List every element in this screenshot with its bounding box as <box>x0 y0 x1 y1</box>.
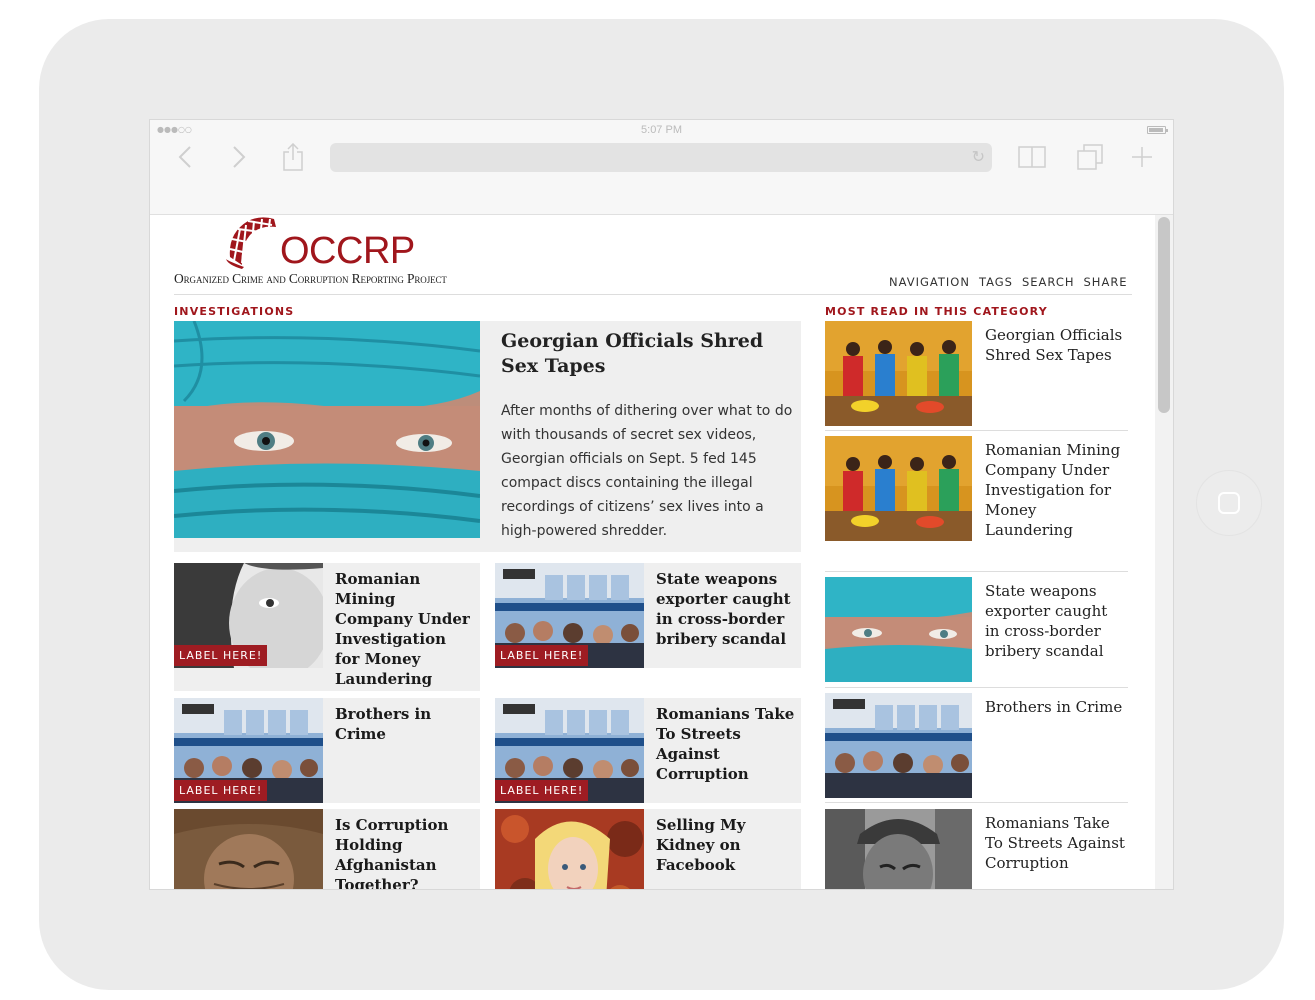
card-title[interactable]: Brothers in Crime <box>335 704 475 744</box>
most-read-item[interactable]: State weapons exporter caught in cross-b… <box>825 577 1128 688</box>
most-read-title[interactable]: State weapons exporter caught in cross-b… <box>985 581 1125 661</box>
logo-globe-icon <box>226 217 276 269</box>
new-tab-icon[interactable] <box>1127 142 1157 172</box>
card-label[interactable]: LABEL HERE! <box>495 780 589 801</box>
card-image[interactable] <box>174 809 323 889</box>
card-title[interactable]: Is Corruption Holding Afghanistan Togeth… <box>335 815 475 889</box>
featured-article[interactable]: Georgian Officials Shred Sex Tapes After… <box>174 321 801 552</box>
site-logo[interactable]: OCCRP Organized Crime and Corruption Rep… <box>174 215 528 291</box>
most-read-image[interactable] <box>825 436 972 541</box>
most-read-item[interactable]: Romanians Take To Streets Against Corrup… <box>825 809 1128 889</box>
most-read-title[interactable]: Brothers in Crime <box>985 697 1125 717</box>
most-read-image[interactable] <box>825 577 972 682</box>
card-label[interactable]: LABEL HERE! <box>174 645 268 666</box>
nav-search[interactable]: SEARCH <box>1022 275 1075 289</box>
article-card[interactable]: Is Corruption Holding Afghanistan Togeth… <box>174 809 480 889</box>
top-navigation: NAVIGATION TAGS SEARCH SHARE <box>889 275 1128 289</box>
most-read-item[interactable]: Brothers in Crime <box>825 693 1128 803</box>
most-read-image[interactable] <box>825 693 972 798</box>
section-label-investigations: INVESTIGATIONS <box>174 305 295 318</box>
forward-icon[interactable] <box>224 142 254 172</box>
home-button[interactable] <box>1196 470 1262 536</box>
card-label[interactable]: LABEL HERE! <box>174 780 268 801</box>
share-icon[interactable] <box>278 142 308 172</box>
logo-wordmark: OCCRP <box>280 230 415 272</box>
most-read-image[interactable] <box>825 809 972 889</box>
most-read-image[interactable] <box>825 321 972 426</box>
header-divider <box>174 294 1132 295</box>
card-label[interactable]: LABEL HERE! <box>495 645 589 666</box>
most-read-item[interactable]: Georgian Officials Shred Sex Tapes <box>825 321 1128 431</box>
card-image[interactable] <box>495 809 644 889</box>
web-page: OCCRP Organized Crime and Corruption Rep… <box>150 215 1173 889</box>
most-read-title[interactable]: Romanian Mining Company Under Investigat… <box>985 440 1125 540</box>
scrollbar-thumb[interactable] <box>1158 217 1170 413</box>
most-read-item[interactable]: Romanian Mining Company Under Investigat… <box>825 436 1128 572</box>
logo-tagline: Organized Crime and Corruption Reporting… <box>174 271 447 286</box>
most-read-title[interactable]: Georgian Officials Shred Sex Tapes <box>985 325 1125 365</box>
article-card[interactable]: Selling My Kidney on Facebook <box>495 809 801 889</box>
article-card[interactable]: LABEL HERE! Romanians Take To Streets Ag… <box>495 698 801 803</box>
article-card[interactable]: LABEL HERE! Romanian Mining Company Unde… <box>174 563 480 691</box>
home-square-icon <box>1218 492 1240 514</box>
featured-summary: After months of dithering over what to d… <box>501 403 793 539</box>
browser-toolbar: ●●●○○ 5:07 PM ↻ <box>150 120 1173 215</box>
card-title[interactable]: State weapons exporter caught in cross-b… <box>656 569 796 649</box>
tablet-screen: ●●●○○ 5:07 PM ↻ OCCRP Organized Crime an… <box>149 119 1174 890</box>
most-read-title[interactable]: Romanians Take To Streets Against Corrup… <box>985 813 1125 873</box>
back-icon[interactable] <box>170 142 200 172</box>
nav-tags[interactable]: TAGS <box>979 275 1013 289</box>
battery-icon <box>1147 126 1168 134</box>
card-title[interactable]: Romanian Mining Company Under Investigat… <box>335 569 475 689</box>
reload-icon[interactable]: ↻ <box>972 148 985 166</box>
card-title[interactable]: Romanians Take To Streets Against Corrup… <box>656 704 796 784</box>
article-card[interactable]: LABEL HERE! Brothers in Crime <box>174 698 480 803</box>
nav-navigation[interactable]: NAVIGATION <box>889 275 970 289</box>
nav-share[interactable]: SHARE <box>1084 275 1128 289</box>
article-card[interactable]: LABEL HERE! State weapons exporter caugh… <box>495 563 801 668</box>
section-label-most-read: MOST READ IN THIS CATEGORY <box>825 305 1048 318</box>
featured-title[interactable]: Georgian Officials Shred Sex Tapes <box>501 329 797 379</box>
featured-image[interactable] <box>174 321 480 538</box>
card-title[interactable]: Selling My Kidney on Facebook <box>656 815 796 875</box>
tabs-icon[interactable] <box>1075 142 1105 172</box>
address-bar[interactable]: ↻ <box>330 143 992 172</box>
status-time: 5:07 PM <box>641 124 682 136</box>
status-bar: ●●●○○ 5:07 PM <box>150 120 1173 140</box>
bookmarks-icon[interactable] <box>1017 142 1047 172</box>
